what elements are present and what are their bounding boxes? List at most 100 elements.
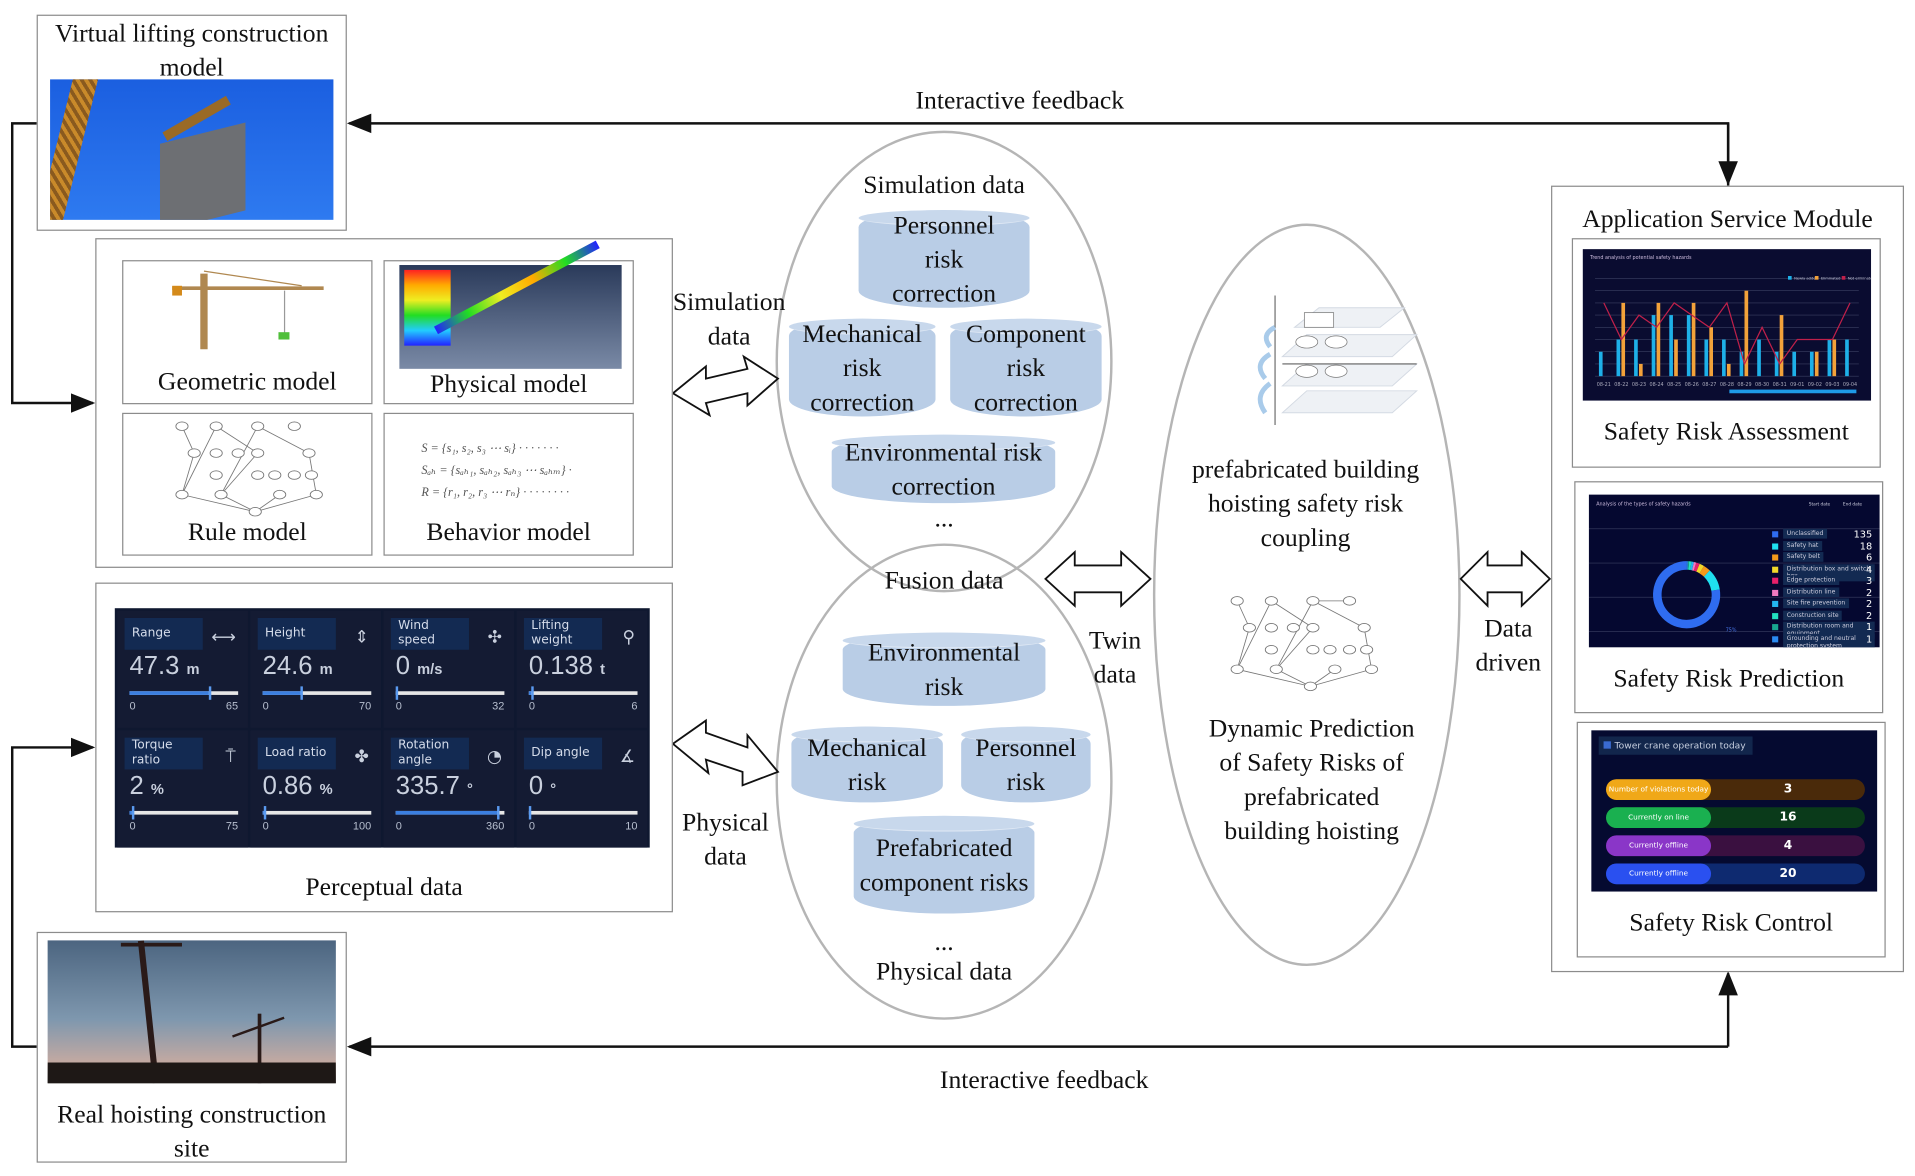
chart-title: Trend analysis of potential safety hazar… <box>1589 255 1692 261</box>
sensor-value: 47.3 m <box>129 652 200 681</box>
legend-label: Newly added <box>1794 277 1818 281</box>
sensor-level-bar <box>129 686 239 700</box>
behavior-model-card: S = {s₁, s₂, s₃ ⋯ sᵢ} · · · · · · · Sₐₕ … <box>383 412 634 556</box>
legend-swatch <box>1787 276 1792 280</box>
legend-item: Construction site 2 <box>1772 610 1875 622</box>
bar-eliminated <box>1709 327 1713 377</box>
legend-item: Distribution room and equipment1 <box>1772 621 1875 639</box>
x-tick-label: 09-02 <box>1808 382 1822 388</box>
bar-eliminated <box>1832 339 1837 377</box>
sensor-label: Torque ratio <box>124 737 203 770</box>
sensor-min: 0 <box>262 699 269 713</box>
sensor-max: 10 <box>625 819 638 832</box>
bar-newly-added <box>1827 339 1832 377</box>
cylinder-prefabricated-component-risks: Prefabricated component risks <box>853 815 1035 914</box>
sensor-min: 0 <box>528 819 535 832</box>
crane-stat-label: Currently offline <box>1606 835 1712 857</box>
bar-newly-added <box>1598 351 1603 377</box>
sensor-min: 0 <box>129 699 136 713</box>
hazard-legend: Unclassified 135 Safety hat 18 Safety belt 6 D… <box>1772 528 1875 648</box>
donut-slice <box>1699 565 1710 577</box>
safety-risk-assessment-label: Safety Risk Assessment <box>1603 416 1849 446</box>
cylinder-environmental-risk: Environmental risk <box>842 632 1046 706</box>
rule-model-card: Rule model <box>122 412 373 556</box>
virtual-crane-image <box>50 79 334 220</box>
bar-newly-added <box>1704 339 1709 377</box>
sensor-min: 0 <box>528 699 535 713</box>
sensor-tile-lifting-weight: Lifting weight ⚲ 0.138 t 0 6 <box>516 610 648 728</box>
sensor-value: 2 % <box>129 771 164 800</box>
crane-stat-row: Number of violations today 3 <box>1606 779 1865 800</box>
sensor-level-bar <box>262 806 372 820</box>
coupling-layers-diagram <box>1257 295 1418 426</box>
sensor-max: 65 <box>225 699 239 713</box>
crane-stat-row: Currently on line 16 <box>1606 807 1865 829</box>
sensor-max: 32 <box>492 699 505 713</box>
sensor-label: Rotation angle <box>390 737 469 770</box>
safety-risk-prediction-card: Analysis of the types of safety hazards 7… <box>1574 481 1884 714</box>
bar-eliminated <box>1691 302 1696 377</box>
bar-newly-added <box>1792 351 1797 377</box>
legend-item: Grounding and neutral protection system 1 <box>1772 633 1875 648</box>
sensor-level-bar <box>528 686 638 700</box>
safety-risk-control-label: Safety Risk Control <box>1629 907 1834 937</box>
formula-s: S = {s₁, s₂, s₃ ⋯ sᵢ} · · · · · · · <box>421 442 559 456</box>
sensor-max: 70 <box>359 699 372 713</box>
bottom-feedback-label: Interactive feedback <box>939 1064 1149 1095</box>
angle-icon: ∡ <box>619 747 636 767</box>
donut-slice <box>1696 563 1704 574</box>
chart-title: Analysis of the types of safety hazards <box>1596 502 1691 508</box>
virtual-model-panel: Virtual lifting construction model <box>36 14 347 231</box>
rotation-icon: ◔ <box>487 747 502 767</box>
sensor-min: 0 <box>262 819 269 832</box>
fea-simulation-image <box>399 240 622 369</box>
safety-risk-prediction-label: Safety Risk Prediction <box>1613 663 1845 693</box>
sensor-max: 100 <box>352 819 372 832</box>
real-site-title: Real hoisting construction site <box>57 1099 327 1163</box>
sensor-max: 6 <box>631 699 638 713</box>
real-site-panel: Real hoisting construction site <box>36 931 347 1163</box>
sensor-tile-dip-angle: Dip angle ∡ 0 ° 0 10 <box>516 730 648 848</box>
cylinder-mechanical-risk: Mechanical risk <box>791 726 943 803</box>
hook-icon: ⚲ <box>622 627 636 648</box>
sensor-tile-rotation-angle: Rotation angle ◔ 335.7 ° 0 360 <box>383 730 515 848</box>
x-tick-label: 08-26 <box>1685 382 1699 388</box>
bar-eliminated <box>1674 339 1678 377</box>
x-tick-label: 08-21 <box>1597 382 1611 388</box>
sensor-tile-load-ratio: Load ratio ✤ 0.86 % 0 100 <box>250 730 382 848</box>
simulation-ellipse-title: Simulation data <box>863 169 1025 200</box>
bar-newly-added <box>1757 339 1761 377</box>
tower-crane-operation-panel: Tower crane operation today Number of vi… <box>1591 730 1878 892</box>
legend-swatch <box>1841 276 1846 280</box>
legend-item: Distribution box and switch box4 <box>1772 563 1875 581</box>
geometric-model-label: Geometric model <box>157 366 337 396</box>
bar-newly-added <box>1809 351 1814 377</box>
physical-ellipse-title: Physical data <box>876 956 1013 986</box>
bar-eliminated <box>1779 315 1784 377</box>
models-panel: Geometric model Physical model Rule mode… <box>95 238 673 568</box>
date-picker-label: End date <box>1843 502 1862 508</box>
x-tick-label: 08-22 <box>1614 382 1628 388</box>
bar-newly-added <box>1686 315 1691 377</box>
hazard-trend-chart: 08-21 08-22 08-23 08-24 08-25 08-26 08-27 08-28… <box>1582 249 1875 401</box>
physical-model-label: Physical model <box>429 368 588 399</box>
dynamic-prediction-label: Dynamic Prediction of Safety Risks of pr… <box>1208 713 1415 846</box>
physical-data-arrow-label: Physical data <box>681 807 769 871</box>
rule-model-label: Rule model <box>187 516 307 546</box>
sensor-dashboard: Range ⟷ 47.3 m 0 65 Height ⇕ 24.6 m 0 70 Wind spee… <box>114 608 650 848</box>
bar-eliminated <box>1726 363 1731 377</box>
twin-data-arrow-label: Twin data <box>1088 625 1142 689</box>
x-tick-label: 09-03 <box>1825 382 1839 388</box>
sensor-tile-range: Range ⟷ 47.3 m 0 65 <box>117 610 248 728</box>
sensor-min: 0 <box>395 699 402 713</box>
virtual-model-title: Virtual lifting construction model <box>55 18 329 82</box>
fusion-data-label: Fusion data <box>884 565 1004 595</box>
x-tick-label: 08-24 <box>1649 382 1663 388</box>
crane-stat-value: 3 <box>1783 782 1793 797</box>
legend-label: Eliminated <box>1821 277 1840 281</box>
cylinder-personnel-risk-correction: Personnel risk correction <box>858 210 1030 308</box>
legend-label: Not eliminated <box>1848 277 1871 281</box>
top-feedback-label: Interactive feedback <box>915 85 1125 115</box>
x-tick-label: 09-01 <box>1790 382 1804 388</box>
data-driven-arrow-label: Data driven <box>1475 613 1542 677</box>
